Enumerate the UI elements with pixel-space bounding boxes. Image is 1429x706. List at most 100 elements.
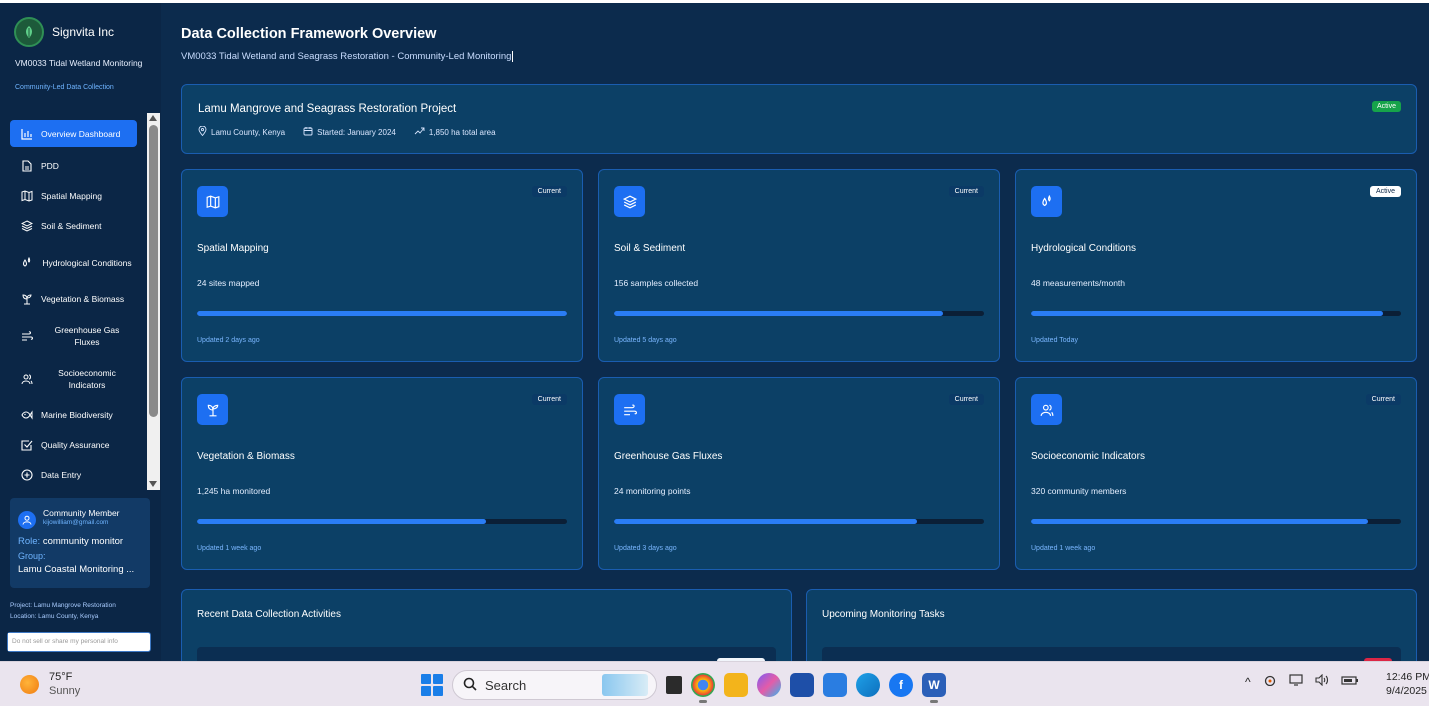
project-meta: Lamu County, Kenya Started: January 2024… <box>198 125 496 138</box>
layers-icon <box>614 186 645 217</box>
sidebar-subtitle-secondary: Community-Led Data Collection <box>15 84 114 91</box>
progress-bar <box>1031 311 1401 316</box>
nav-item-socioeconomic-indicators[interactable]: Socioeconomic Indicators <box>0 357 147 400</box>
card-title: Spatial Mapping <box>197 243 269 254</box>
word-icon[interactable]: W <box>922 673 946 703</box>
volume-icon[interactable] <box>1315 673 1329 689</box>
sun-icon <box>20 674 39 694</box>
droplets-icon <box>1031 186 1062 217</box>
location-pin-icon <box>198 125 207 138</box>
card-greenhouse-gas-fluxes[interactable]: Current Greenhouse Gas Fluxes 24 monitor… <box>598 377 1000 570</box>
card-vegetation-biomass[interactable]: Current Vegetation & Biomass 1,245 ha mo… <box>181 377 583 570</box>
edge-icon[interactable] <box>856 673 880 697</box>
card-title: Vegetation & Biomass <box>197 451 295 462</box>
status-badge: Active <box>1371 101 1401 112</box>
progress-fill <box>197 311 567 316</box>
card-soil-sediment[interactable]: Current Soil & Sediment 156 samples coll… <box>598 169 1000 362</box>
project-title: Lamu Mangrove and Seagrass Restoration P… <box>198 103 457 115</box>
nav-label: Data Entry <box>41 470 82 480</box>
nav-item-spatial-mapping[interactable]: Spatial Mapping <box>0 181 147 211</box>
fish-icon <box>20 409 33 422</box>
chevron-up-icon[interactable]: ^ <box>1245 675 1251 689</box>
card-hydrological-conditions[interactable]: Active Hydrological Conditions 48 measur… <box>1015 169 1417 362</box>
brand[interactable]: Signvita Inc <box>14 17 114 47</box>
weather-widget[interactable]: 75°F Sunny <box>20 670 80 698</box>
sidebar-subtitle: VM0033 Tidal Wetland Monitoring <box>15 58 143 68</box>
card-badge: Current <box>948 186 984 197</box>
main-content: Data Collection Framework Overview VM003… <box>161 3 1429 669</box>
progress-bar <box>1031 519 1401 524</box>
privacy-link[interactable]: Do not sell or share my personal info <box>7 632 151 652</box>
sidebar-project-line: Project: Lamu Mangrove Restoration <box>10 602 116 609</box>
windows-start-icon[interactable] <box>421 674 443 696</box>
nav-item-vegetation-biomass[interactable]: Vegetation & Biomass <box>0 284 147 314</box>
battery-icon[interactable] <box>1341 674 1359 689</box>
card-value: 156 samples collected <box>614 278 699 288</box>
display-icon[interactable] <box>1289 674 1303 689</box>
project-area: 1,850 ha total area <box>428 127 496 137</box>
nav-item-soil-sediment[interactable]: Soil & Sediment <box>0 211 147 241</box>
sidebar-project-info: Project: Lamu Mangrove Restoration Locat… <box>10 600 116 622</box>
nav-item-pdd[interactable]: PDD <box>0 151 147 181</box>
card-socioeconomic-indicators[interactable]: Current Socioeconomic Indicators 320 com… <box>1015 377 1417 570</box>
system-tray: ^ <box>1245 673 1359 689</box>
page-subtitle-text: VM0033 Tidal Wetland and Seagrass Restor… <box>181 51 512 63</box>
card-spatial-mapping[interactable]: Current Spatial Mapping 24 sites mapped … <box>181 169 583 362</box>
calendar-app-icon[interactable] <box>823 673 847 697</box>
card-badge: Current <box>948 394 984 405</box>
nav-item-marine-biodiversity[interactable]: Marine Biodiversity <box>0 400 147 430</box>
chrome-icon[interactable] <box>691 673 715 703</box>
sprout-icon <box>20 293 33 306</box>
nav-item-data-entry[interactable]: Data Entry <box>0 460 147 490</box>
card-updated: Updated 1 week ago <box>197 545 262 552</box>
card-value: 320 community members <box>1031 486 1127 496</box>
card-updated: Updated 1 week ago <box>1031 545 1096 552</box>
sidebar-nav: Overview Dashboard PDD Spatial Mapping S… <box>0 116 147 490</box>
weather-condition: Sunny <box>49 685 81 697</box>
task-view-icon[interactable] <box>666 676 682 694</box>
scroll-down-icon[interactable] <box>149 481 157 487</box>
network-status-icon[interactable] <box>1263 674 1277 689</box>
user-name: Community Member <box>43 508 120 518</box>
search-highlight-image <box>602 674 648 696</box>
scroll-thumb[interactable] <box>149 125 158 417</box>
nav-label: Socioeconomic Indicators <box>58 367 116 390</box>
sidebar-location-line: Location: Lamu County, Kenya <box>10 613 99 620</box>
nav-item-greenhouse-gas-fluxes[interactable]: Greenhouse Gas Fluxes <box>0 314 147 357</box>
user-group-key: Group: <box>18 551 46 561</box>
card-badge: Current <box>531 186 567 197</box>
system-clock[interactable]: 12:46 PM 9/4/2025 <box>1386 670 1429 698</box>
progress-bar <box>614 311 984 316</box>
card-updated: Updated 3 days ago <box>614 545 677 552</box>
card-value: 24 sites mapped <box>197 278 260 288</box>
card-badge: Current <box>1365 394 1401 405</box>
scroll-up-icon[interactable] <box>149 115 157 121</box>
upcoming-tasks-panel: Upcoming Monitoring Tasks <box>806 589 1417 669</box>
weather-temp: 75°F <box>49 671 73 683</box>
wind-icon <box>20 329 33 342</box>
nav-item-quality-assurance[interactable]: Quality Assurance <box>0 430 147 460</box>
facebook-icon[interactable]: f <box>889 673 913 697</box>
file-explorer-icon[interactable] <box>724 673 748 697</box>
nav-item-overview-dashboard[interactable]: Overview Dashboard <box>10 120 137 147</box>
nav-label: Quality Assurance <box>41 440 110 450</box>
droplets-icon <box>20 256 33 269</box>
app-window: Signvita Inc VM0033 Tidal Wetland Monito… <box>0 3 1429 669</box>
clock-date: 9/4/2025 <box>1386 685 1427 697</box>
user-avatar-icon <box>18 511 36 529</box>
sidebar-scrollbar[interactable] <box>147 113 160 490</box>
copilot-icon[interactable] <box>757 673 781 697</box>
store-icon[interactable] <box>790 673 814 697</box>
nav-label: Vegetation & Biomass <box>41 294 125 304</box>
taskbar-search[interactable]: Search <box>452 670 657 700</box>
taskbar-apps: Search f W <box>421 669 946 703</box>
map-icon <box>197 186 228 217</box>
brand-name: Signvita Inc <box>52 25 115 39</box>
card-badge: Active <box>1369 186 1401 197</box>
nav-label: Soil & Sediment <box>41 221 102 231</box>
users-icon <box>1031 394 1062 425</box>
user-email: kijowilliam@gmail.com <box>43 519 109 526</box>
user-group-value: Lamu Coastal Monitoring ... <box>18 564 135 575</box>
nav-item-hydrological-conditions[interactable]: Hydrological Conditions <box>0 241 147 284</box>
user-role: Role: community monitor <box>18 536 123 547</box>
